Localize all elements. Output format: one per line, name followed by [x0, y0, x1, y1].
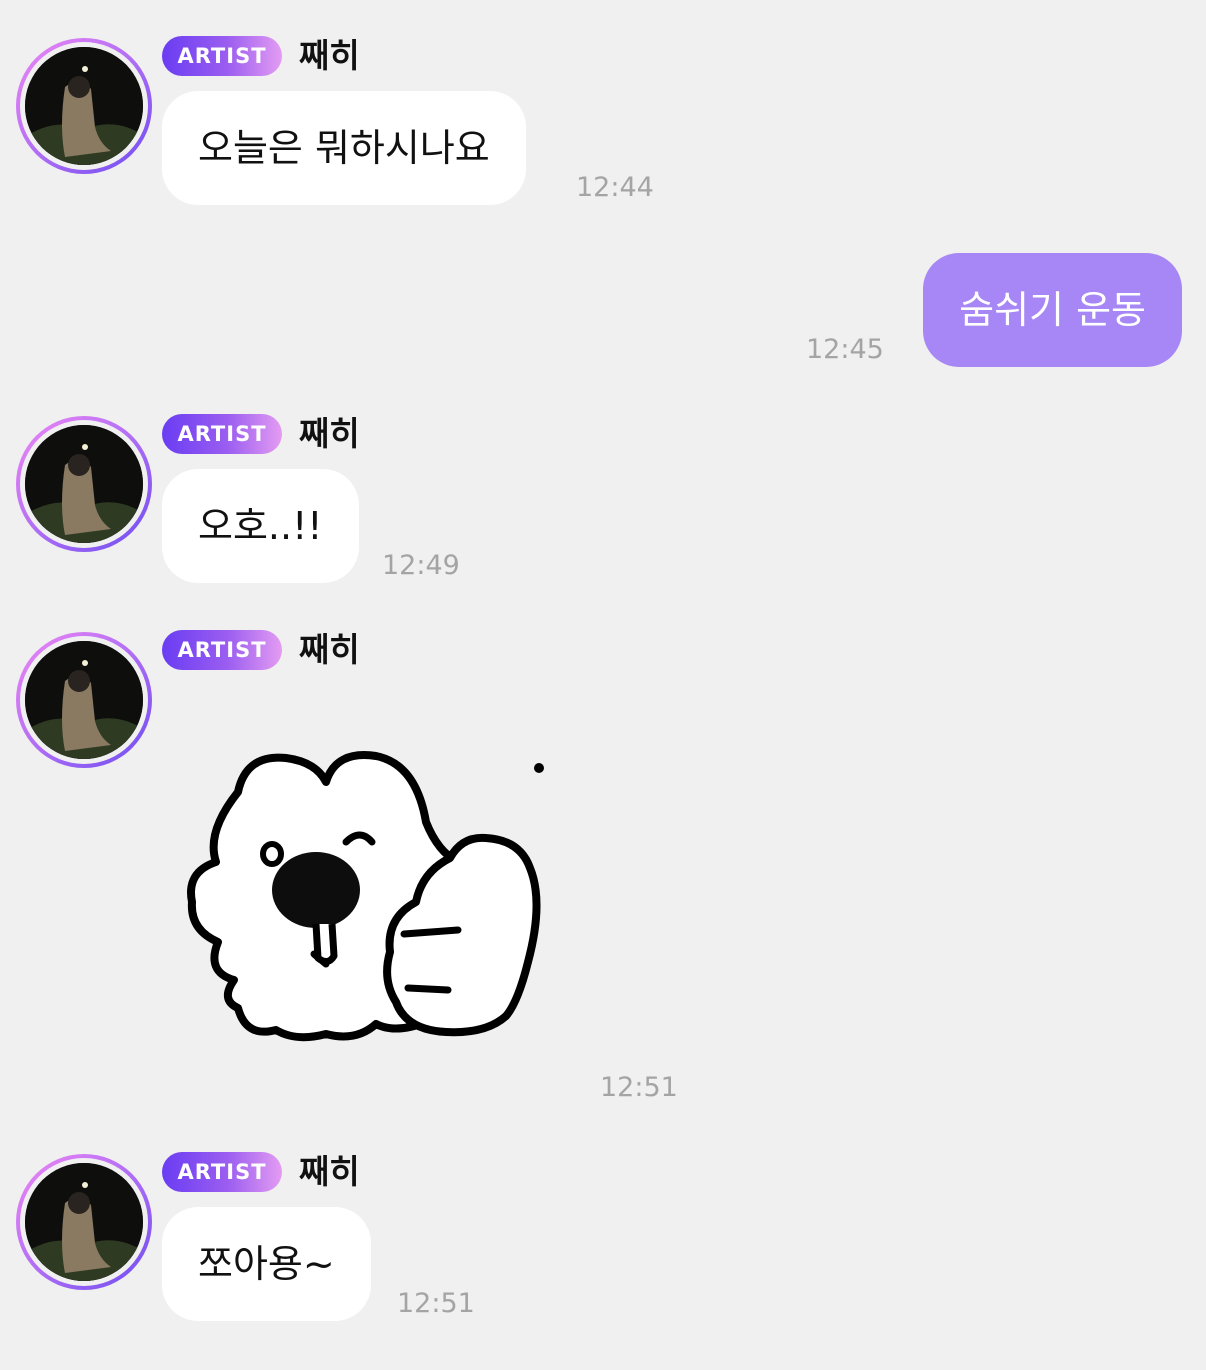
my-message-bubble[interactable]: 숨쉬기 운동: [923, 253, 1182, 367]
sender-name: 째히: [299, 414, 360, 453]
message-bubble[interactable]: 오호..!!: [162, 469, 359, 583]
message-timestamp: 12:51: [397, 1288, 475, 1319]
artist-badge: ARTIST: [162, 1152, 282, 1192]
avatar-photo: [25, 1163, 143, 1281]
sender-name: 째히: [299, 630, 360, 669]
message-bubble[interactable]: 오늘은 뭐하시나요: [162, 91, 526, 205]
artist-avatar[interactable]: [16, 632, 152, 768]
artist-avatar[interactable]: [16, 416, 152, 552]
sender-name: 째히: [299, 1152, 360, 1191]
message-timestamp: 12:49: [382, 550, 460, 581]
message-timestamp: 12:44: [576, 172, 654, 203]
artist-avatar[interactable]: [16, 38, 152, 174]
message-bubble[interactable]: 쪼아용~: [162, 1207, 371, 1321]
artist-avatar[interactable]: [16, 1154, 152, 1290]
message-timestamp: 12:51: [600, 1072, 678, 1103]
message-timestamp: 12:45: [806, 334, 884, 365]
avatar-photo: [25, 425, 143, 543]
avatar-photo: [25, 641, 143, 759]
avatar-photo: [25, 47, 143, 165]
thumbs-up-creature-sticker[interactable]: [176, 742, 568, 1052]
sender-name: 째히: [299, 36, 360, 75]
artist-badge: ARTIST: [162, 36, 282, 76]
artist-badge: ARTIST: [162, 630, 282, 670]
artist-badge: ARTIST: [162, 414, 282, 454]
